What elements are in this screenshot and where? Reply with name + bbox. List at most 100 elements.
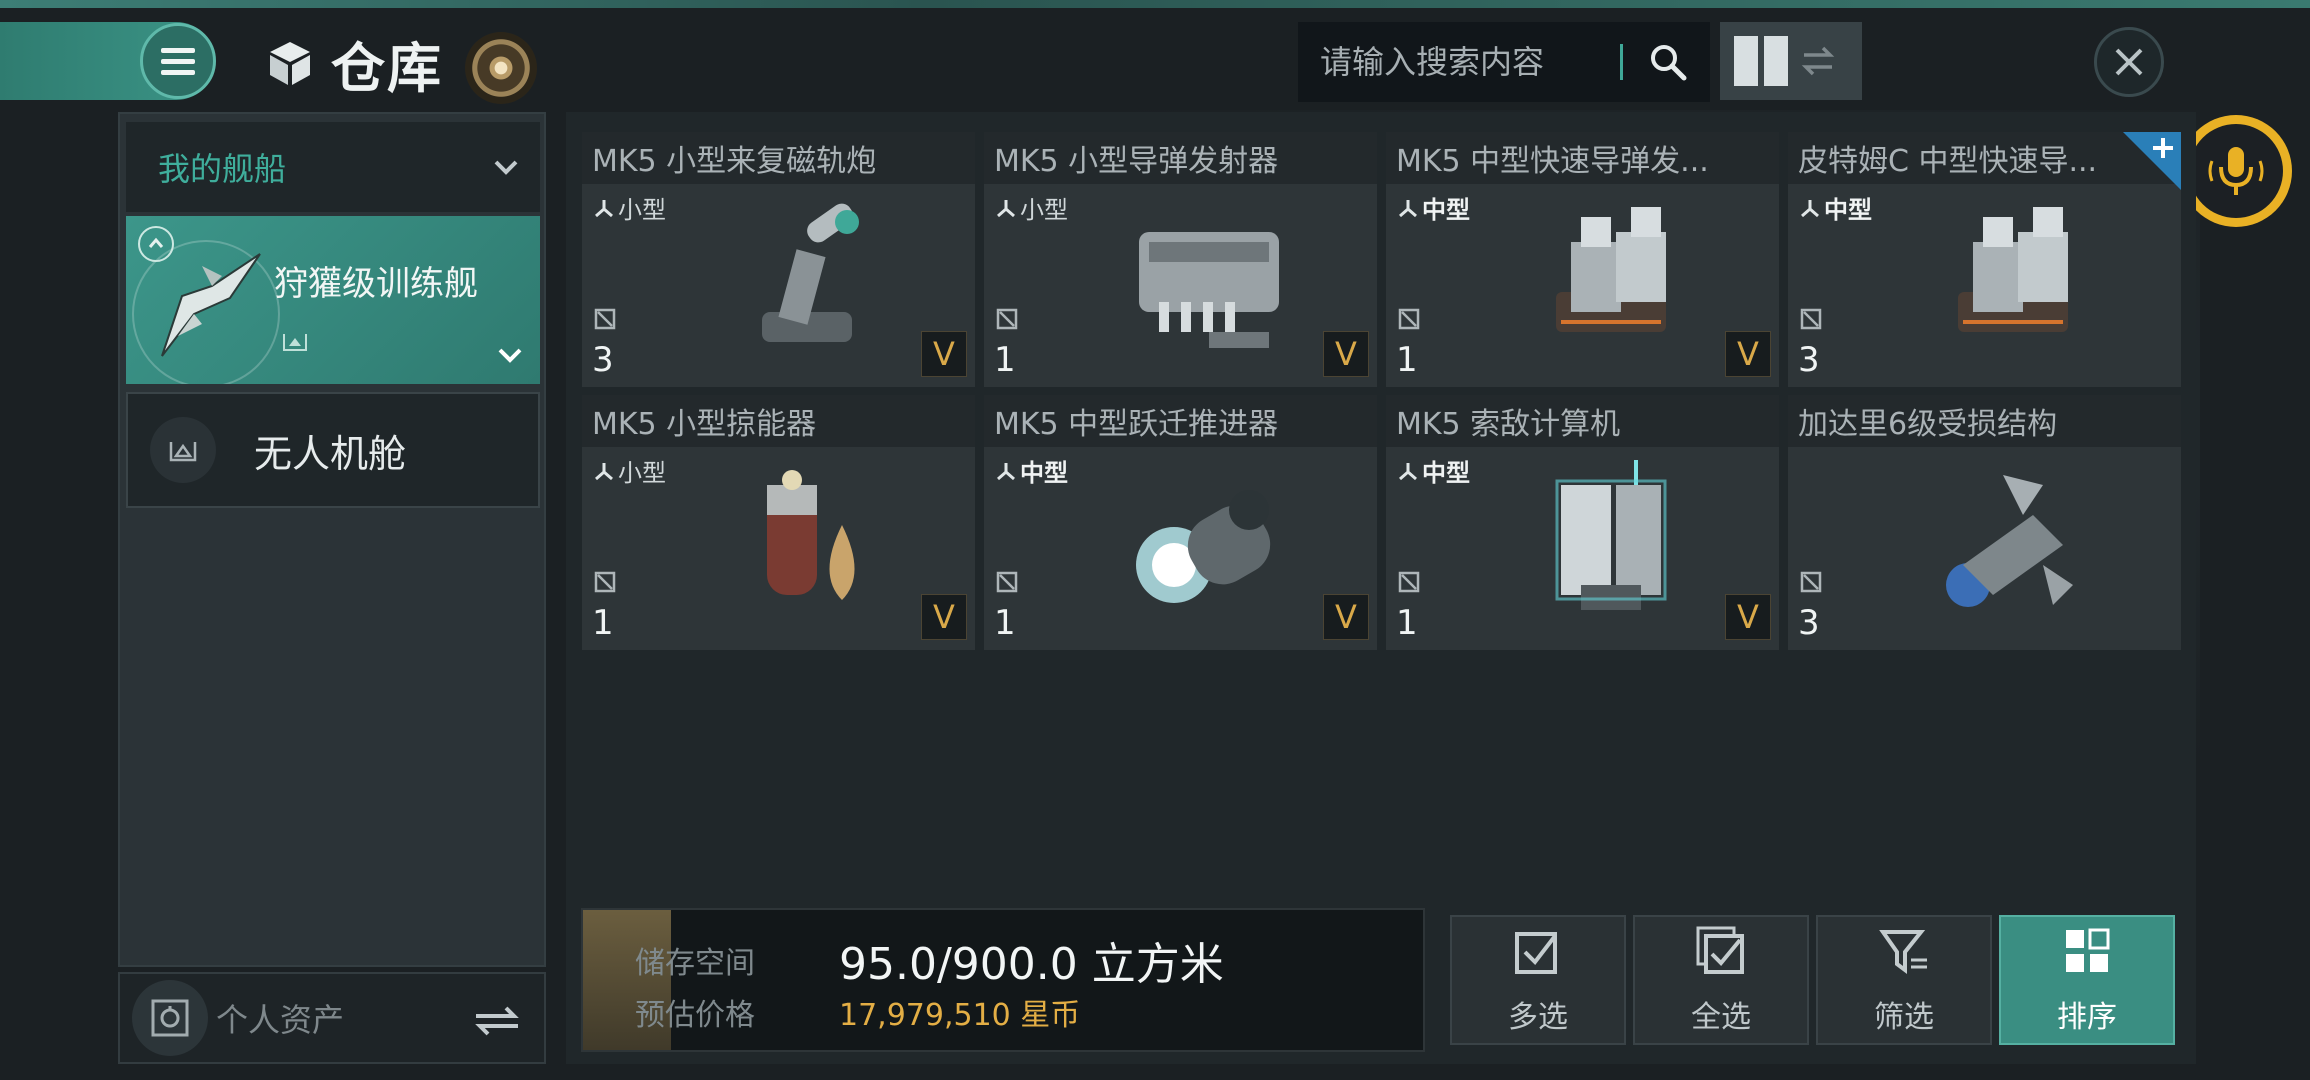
drone-bay-label: 无人机舱	[254, 431, 407, 476]
storage-space-value: 95.0/900.0 立方米	[839, 939, 1224, 990]
energy-neutralizer-icon	[717, 455, 887, 635]
size-tag: 中型	[1396, 453, 1470, 488]
search-box[interactable]	[1298, 22, 1710, 102]
swap-view-icon[interactable]	[1798, 41, 1838, 81]
item-card[interactable]: 加达里6级受损结构 3	[1788, 395, 2181, 650]
top-accent-strip	[0, 0, 2310, 8]
item-title-bar: MK5 中型快速导弹发...	[1386, 132, 1779, 184]
size-tag: 中型	[1798, 190, 1872, 225]
currency-coin-icon[interactable]	[465, 32, 537, 104]
railgun-icon	[717, 192, 887, 372]
item-title-bar: MK5 索敌计算机	[1386, 395, 1779, 447]
size-label: 小型	[618, 196, 666, 224]
item-title: 加达里6级受损结构	[1798, 407, 2058, 442]
unlocked-slot-icon	[1398, 308, 1420, 330]
unlocked-slot-icon	[594, 571, 616, 593]
item-title-bar: MK5 小型来复磁轨炮	[582, 132, 975, 184]
estimated-price-label: 预估价格	[635, 998, 755, 1033]
size-tag: 小型	[994, 190, 1068, 225]
ship-name: 狩獾级训练舰	[274, 264, 478, 304]
ship-dropdown-label: 我的舰船	[158, 150, 287, 188]
multi-select-button[interactable]: 多选	[1450, 915, 1626, 1045]
unlocked-slot-icon	[1800, 571, 1822, 593]
item-quantity: 3	[592, 340, 614, 380]
menu-button[interactable]	[140, 23, 216, 99]
size-label: 小型	[1020, 196, 1068, 224]
v-badge[interactable]: V	[1323, 331, 1369, 377]
size-class-icon	[595, 462, 613, 480]
plus-icon	[2123, 132, 2181, 190]
item-card[interactable]: MK5 小型导弹发射器小型 1 V	[984, 132, 1377, 387]
filter-button[interactable]: 筛选	[1816, 915, 1992, 1045]
size-tag: 中型	[1396, 190, 1470, 225]
estimated-price-value: 17,979,510 星币	[839, 998, 1081, 1033]
multi-select-label: 多选	[1508, 1000, 1568, 1035]
item-card[interactable]: MK5 小型来复磁轨炮小型 3 V	[582, 132, 975, 387]
v-badge[interactable]: V	[921, 594, 967, 640]
chevron-down-icon[interactable]	[494, 340, 526, 370]
unlocked-slot-icon	[996, 571, 1018, 593]
safe-icon	[132, 980, 208, 1056]
microphone-icon	[2208, 147, 2264, 195]
item-quantity: 1	[1396, 603, 1418, 643]
unlocked-slot-icon	[1800, 308, 1822, 330]
chevron-down-icon	[494, 160, 518, 175]
upgrade-badge-icon	[138, 226, 174, 262]
view-toggle	[1720, 22, 1862, 100]
item-quantity: 3	[1798, 603, 1820, 643]
sort-label: 排序	[2057, 1000, 2117, 1035]
drone-bay-icon	[150, 417, 216, 483]
unlocked-slot-icon	[594, 308, 616, 330]
search-icon[interactable]	[1648, 42, 1688, 82]
ship-dropdown[interactable]: 我的舰船	[126, 122, 540, 212]
rapid-missile-launcher-icon	[1923, 192, 2093, 372]
size-label: 中型	[1422, 459, 1470, 487]
item-card[interactable]: MK5 小型掠能器 小型 1 V	[582, 395, 975, 650]
item-title-bar: MK5 中型跃迁推进器	[984, 395, 1377, 447]
personal-assets-button[interactable]: 个人资产	[118, 972, 546, 1064]
hamburger-icon	[161, 45, 195, 78]
v-badge[interactable]: V	[1323, 594, 1369, 640]
item-quantity: 1	[994, 340, 1016, 380]
ship-card-selected[interactable]: 狩獾级训练舰	[126, 216, 540, 384]
item-title-bar: 加达里6级受损结构	[1788, 395, 2181, 447]
filter-icon	[1879, 930, 1927, 974]
voice-button[interactable]	[2180, 115, 2292, 227]
item-title: MK5 小型导弹发射器	[994, 144, 1279, 179]
item-title: MK5 小型掠能器	[592, 407, 817, 442]
search-input[interactable]	[1320, 43, 1620, 81]
item-card[interactable]: MK5 中型跃迁推进器中型 1 V	[984, 395, 1377, 650]
switch-arrows-icon	[475, 1006, 519, 1036]
item-quantity: 3	[1798, 340, 1820, 380]
item-title: MK5 索敌计算机	[1396, 407, 1621, 442]
select-all-button[interactable]: 全选	[1633, 915, 1809, 1045]
item-quantity: 1	[592, 603, 614, 643]
size-class-icon	[1399, 462, 1417, 480]
item-card[interactable]: 皮特姆C 中型快速导... 中型 3	[1788, 132, 2181, 387]
item-quantity: 1	[994, 603, 1016, 643]
drone-bay-item[interactable]: 无人机舱	[126, 392, 540, 508]
unlocked-slot-icon	[1398, 571, 1420, 593]
size-class-icon	[595, 199, 613, 217]
close-button[interactable]	[2094, 27, 2164, 97]
select-all-icon	[1696, 926, 1744, 974]
v-badge[interactable]: V	[921, 331, 967, 377]
filter-label: 筛选	[1874, 1000, 1934, 1035]
grid-view-icon[interactable]	[1734, 36, 1788, 86]
search-divider	[1620, 44, 1623, 80]
size-tag: 中型	[994, 453, 1068, 488]
page-title: 仓库	[331, 36, 443, 100]
item-card[interactable]: MK5 索敌计算机中型 1 V	[1386, 395, 1779, 650]
close-icon	[2115, 48, 2143, 76]
targeting-computer-icon	[1521, 455, 1691, 635]
sidebar: 我的舰船 狩獾级训练舰 无人机舱	[118, 112, 546, 967]
missile-launcher-icon	[1119, 192, 1289, 372]
sort-button[interactable]: 排序	[1999, 915, 2175, 1045]
v-badge[interactable]: V	[1725, 594, 1771, 640]
size-class-icon	[1801, 199, 1819, 217]
size-label: 中型	[1020, 459, 1068, 487]
item-card[interactable]: MK5 中型快速导弹发... 中型 1 V	[1386, 132, 1779, 387]
checkbox-icon	[1515, 932, 1557, 974]
damaged-structure-icon	[1923, 455, 2093, 635]
v-badge[interactable]: V	[1725, 331, 1771, 377]
